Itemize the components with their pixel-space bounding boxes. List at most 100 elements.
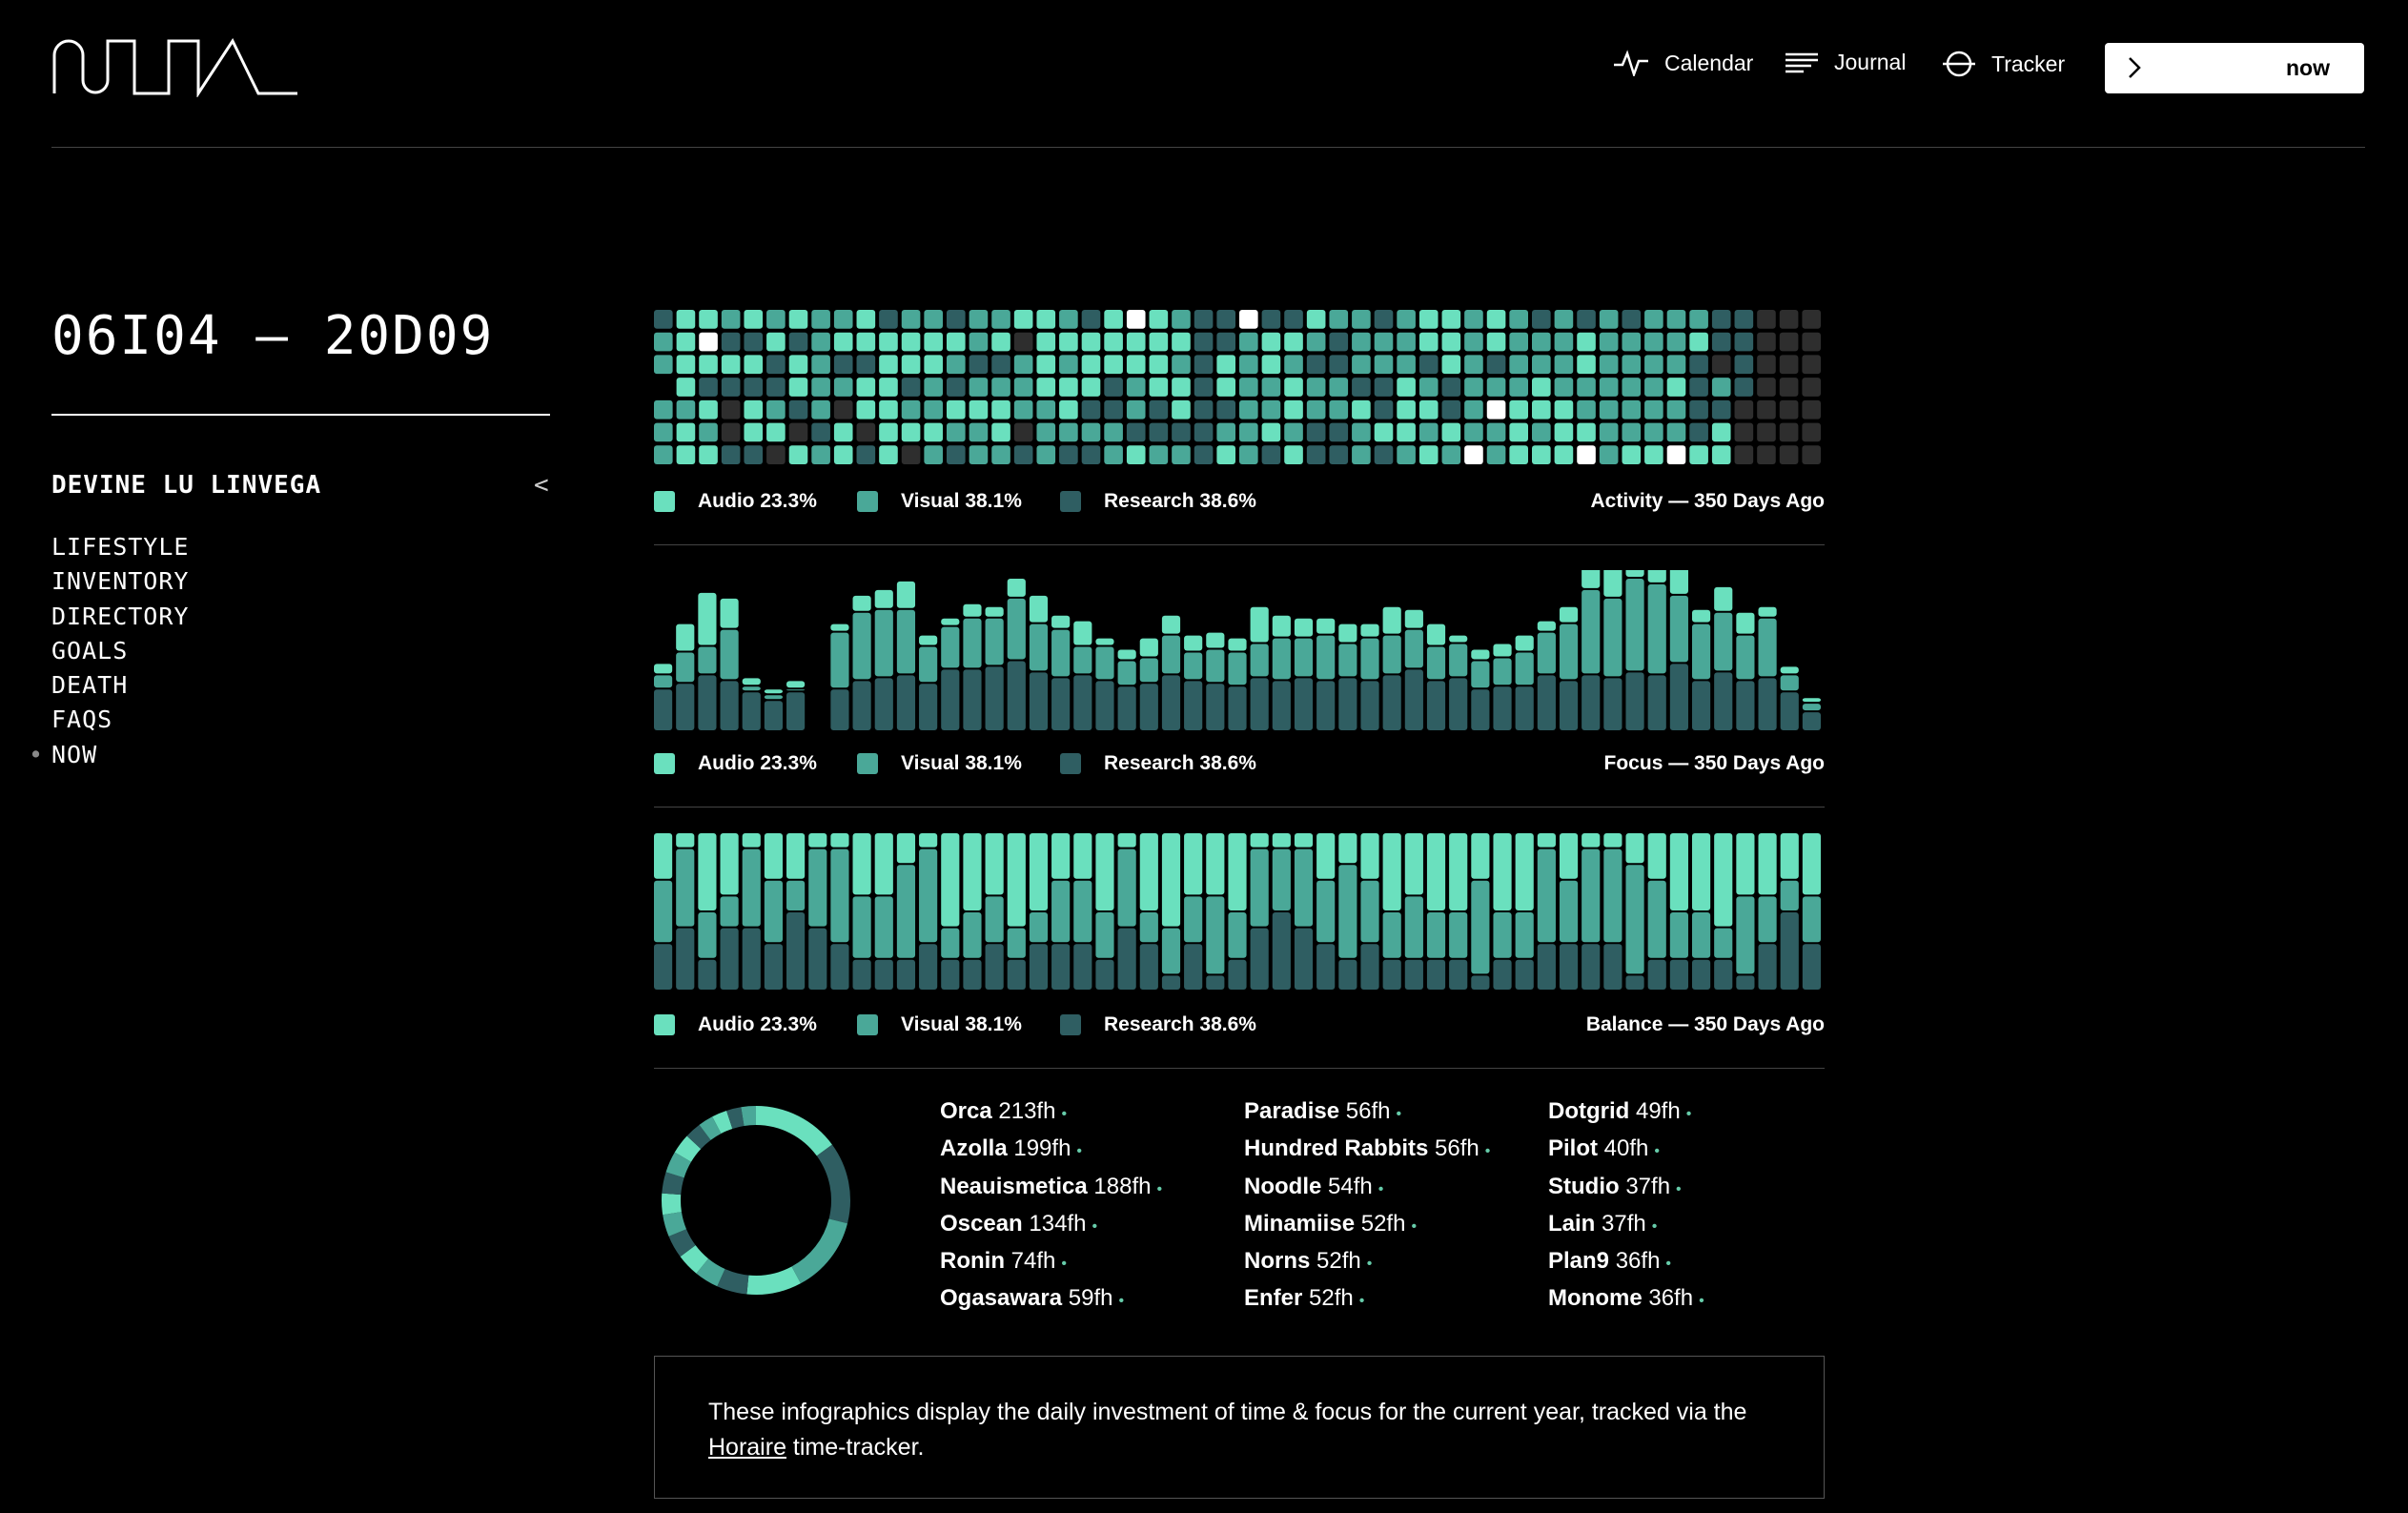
- heatmap-cell: [1802, 399, 1821, 419]
- bar-research: [1117, 928, 1136, 990]
- donut-slice: [726, 1107, 745, 1130]
- project-item[interactable]: Orca 213fh •: [940, 1094, 1162, 1132]
- bar-audio: [720, 598, 739, 628]
- heatmap-cell: [991, 332, 1010, 352]
- project-item[interactable]: Enfer 52fh •: [1244, 1281, 1490, 1319]
- heatmap-cell: [1711, 445, 1731, 464]
- legend-audio: Audio 23.3%: [654, 490, 817, 513]
- project-item[interactable]: Noodle 54fh •: [1244, 1170, 1490, 1207]
- sidebar-item-now[interactable]: • NOW: [29, 738, 189, 772]
- heatmap-cell: [1509, 355, 1528, 375]
- project-item[interactable]: Monome 36fh •: [1548, 1281, 1704, 1319]
- legend-visual-label: Visual 38.1%: [901, 752, 1022, 774]
- sidebar-title[interactable]: DEVINE LU LINVEGA: [51, 471, 321, 500]
- sidebar-item-goals[interactable]: GOALS: [51, 634, 189, 668]
- bar-visual: [676, 849, 695, 927]
- now-button[interactable]: now: [2105, 43, 2364, 93]
- bar-visual: [1780, 880, 1799, 910]
- heatmap-cell: [1734, 445, 1754, 464]
- heatmap-cell: [1599, 445, 1619, 464]
- project-name: Oscean: [940, 1210, 1023, 1237]
- project-item[interactable]: Plan9 36fh •: [1548, 1244, 1704, 1281]
- bar-research: [1382, 959, 1401, 990]
- project-item[interactable]: Neauismetica 188fh •: [940, 1170, 1162, 1207]
- sidebar-item-directory[interactable]: DIRECTORY: [51, 600, 189, 634]
- heatmap-cell: [1711, 355, 1731, 375]
- sidebar-item-lifestyle[interactable]: LIFESTYLE: [51, 530, 189, 564]
- bar-audio: [896, 581, 916, 608]
- heatmap-cell: [969, 422, 989, 442]
- heatmap-cell: [1261, 399, 1281, 419]
- project-item[interactable]: Ogasawara 59fh •: [940, 1281, 1162, 1319]
- heatmap-cell: [1464, 422, 1483, 442]
- project-item[interactable]: Hundred Rabbits 56fh •: [1244, 1132, 1490, 1169]
- bar-research: [919, 684, 938, 730]
- bar-visual: [1669, 912, 1688, 958]
- horaire-link[interactable]: Horaire: [708, 1434, 786, 1461]
- nav-journal[interactable]: Journal: [1785, 50, 1906, 75]
- sidebar-item-death[interactable]: DEATH: [51, 668, 189, 703]
- heatmap-cell: [1104, 332, 1123, 352]
- heatmap-cell: [654, 422, 673, 442]
- heatmap-cell: [1689, 445, 1708, 464]
- heatmap-cell: [1216, 399, 1235, 419]
- bar-research: [1603, 944, 1622, 990]
- bar-research: [941, 669, 960, 730]
- donut-slice: [746, 1266, 801, 1295]
- heatmap-cell: [1194, 399, 1214, 419]
- bar-visual: [963, 912, 982, 958]
- heatmap-cell: [1216, 310, 1235, 329]
- bar-audio: [1139, 638, 1158, 657]
- project-item[interactable]: Minamiise 52fh •: [1244, 1207, 1490, 1244]
- project-item[interactable]: Studio 37fh •: [1548, 1170, 1704, 1207]
- now-button-label: now: [2286, 55, 2330, 80]
- project-item[interactable]: Dotgrid 49fh •: [1548, 1094, 1704, 1132]
- bar-visual: [720, 896, 739, 927]
- bar-research: [1250, 928, 1269, 990]
- sidebar-item-faqs[interactable]: FAQS: [51, 703, 189, 737]
- nav-calendar[interactable]: Calendar: [1613, 50, 1753, 76]
- heatmap-cell: [744, 399, 764, 419]
- project-item[interactable]: Pilot 40fh •: [1548, 1132, 1704, 1169]
- bar-visual: [1095, 912, 1114, 958]
- project-item[interactable]: Norns 52fh •: [1244, 1244, 1490, 1281]
- bar-research: [1073, 944, 1092, 990]
- bar-visual: [1184, 652, 1203, 680]
- legend-research-label: Research 38.6%: [1104, 752, 1256, 774]
- heatmap-cell: [1486, 310, 1506, 329]
- heatmap-cell: [1644, 399, 1663, 419]
- heatmap-cell: [1126, 399, 1146, 419]
- project-hours: 36fh: [1648, 1285, 1694, 1312]
- sidebar-back-link[interactable]: <: [534, 471, 549, 500]
- bar-audio: [1802, 833, 1821, 895]
- heatmap-cell: [1757, 310, 1776, 329]
- wave-logo-icon[interactable]: [51, 38, 297, 97]
- sidebar-item-inventory[interactable]: INVENTORY: [51, 564, 189, 599]
- heatmap-cell: [856, 422, 876, 442]
- bar-audio: [830, 624, 849, 631]
- heatmap-cell: [1644, 332, 1663, 352]
- bar-visual: [1184, 896, 1203, 943]
- heatmap-cell: [1239, 399, 1258, 419]
- heatmap-cell: [744, 445, 764, 464]
- heatmap-cell: [1666, 355, 1686, 375]
- project-item[interactable]: Paradise 56fh •: [1244, 1094, 1490, 1132]
- heatmap-cell: [1779, 332, 1799, 352]
- heatmap-cell: [1172, 378, 1191, 397]
- bar-research: [1625, 975, 1644, 990]
- bar-research: [985, 944, 1004, 990]
- project-item[interactable]: Oscean 134fh •: [940, 1207, 1162, 1244]
- heatmap-cell: [1059, 399, 1078, 419]
- heatmap-cell: [1081, 399, 1101, 419]
- circle-line-icon: [1943, 51, 1975, 77]
- heatmap-cell: [699, 399, 718, 419]
- bar-visual: [1780, 675, 1799, 691]
- bar-visual: [985, 618, 1004, 665]
- project-item[interactable]: Lain 37fh •: [1548, 1207, 1704, 1244]
- nav-tracker[interactable]: Tracker: [1942, 50, 2065, 78]
- project-item[interactable]: Azolla 199fh •: [940, 1132, 1162, 1169]
- heatmap-cell: [991, 399, 1010, 419]
- project-item[interactable]: Ronin 74fh •: [940, 1244, 1162, 1281]
- project-dot: •: [1366, 1256, 1373, 1273]
- bar-visual: [1404, 629, 1423, 668]
